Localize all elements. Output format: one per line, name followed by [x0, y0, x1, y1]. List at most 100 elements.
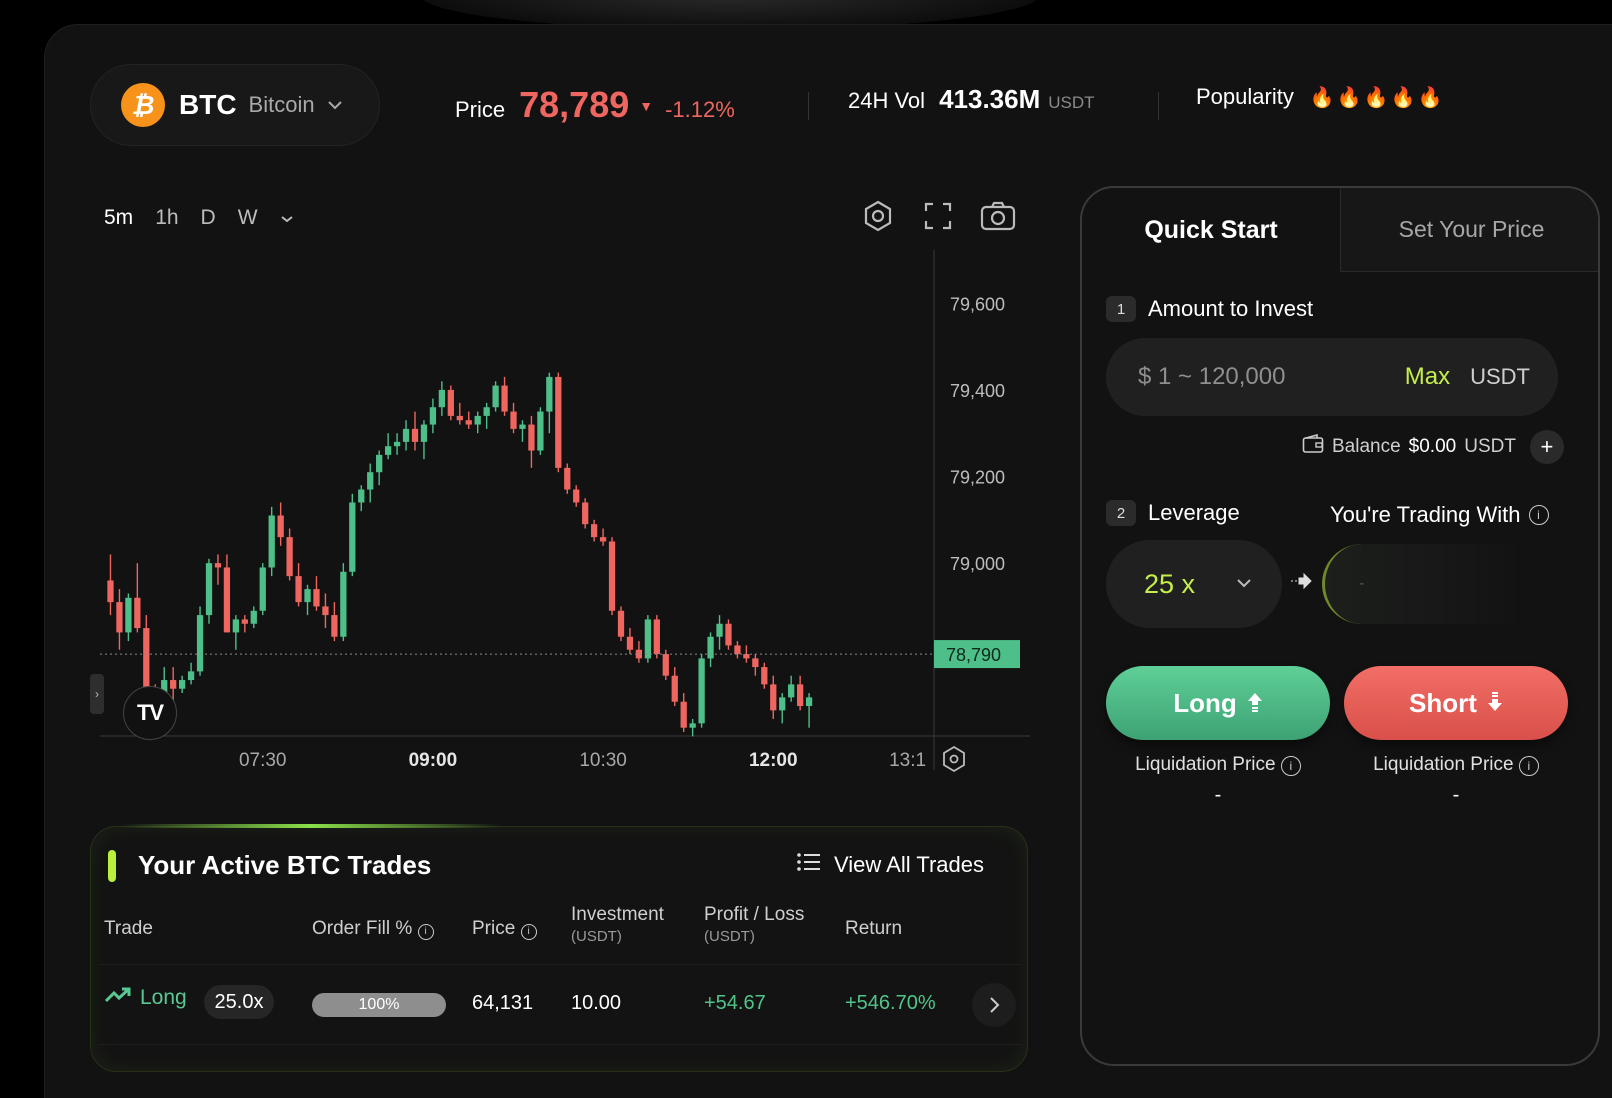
candle-body: [438, 389, 446, 408]
trade-profit-loss: +54.67: [704, 992, 766, 1014]
long-label: Long: [1173, 687, 1237, 718]
info-icon[interactable]: i: [520, 924, 537, 940]
chevron-down-icon[interactable]: [280, 206, 294, 230]
fullscreen-icon[interactable]: [920, 198, 956, 234]
col-trade: Trade: [104, 918, 153, 939]
candle-body: [116, 602, 123, 633]
trade-leverage: 25.0x: [204, 985, 274, 1019]
info-icon[interactable]: i: [1528, 505, 1549, 525]
arrow-down-icon: [1487, 688, 1503, 719]
balance-unit: USDT: [1464, 436, 1516, 457]
candle-body: [555, 376, 562, 468]
liquidation-label: Liquidation Price: [1373, 754, 1514, 775]
candle-body: [474, 415, 481, 425]
axis-settings-icon[interactable]: [943, 745, 965, 773]
candle-body: [125, 597, 132, 633]
settings-icon[interactable]: [860, 198, 896, 234]
col-price-label: Price: [472, 918, 516, 939]
candle-body: [599, 537, 607, 542]
candle-body: [564, 467, 571, 490]
candlestick-chart: 79,600 79,400 79,200 79,000 78,790 07:30 09:00…: [100, 250, 1030, 773]
candle-body: [393, 441, 401, 447]
candle-body: [250, 610, 257, 624]
candle-body: [653, 619, 660, 655]
info-icon[interactable]: i: [1518, 756, 1539, 776]
y-tick-label: 79,000: [950, 554, 1005, 574]
candle-body: [752, 658, 759, 668]
card-glow: [120, 824, 500, 828]
popularity-stat: Popularity 🔥🔥🔥🔥🔥: [1196, 84, 1444, 110]
arrow-up-icon: [1247, 688, 1263, 719]
candle-body: [241, 619, 248, 624]
arrow-right-icon: [1290, 572, 1312, 595]
liquidation-label: Liquidation Price: [1135, 754, 1276, 775]
list-icon: [796, 852, 822, 878]
order-fill-bar: 100%: [312, 993, 446, 1017]
candle-body: [608, 541, 616, 611]
short-label: Short: [1409, 687, 1477, 718]
price-change: -1.12%: [665, 97, 735, 122]
accent-bar: [108, 850, 116, 882]
candle-body: [528, 424, 535, 451]
tab-set-your-price[interactable]: Set Your Price: [1340, 188, 1598, 272]
step-amount: 1 Amount to Invest: [1106, 296, 1313, 322]
candle-body: [761, 667, 768, 685]
candle-body: [796, 684, 804, 707]
coin-name: Bitcoin: [248, 92, 315, 117]
candle-body: [331, 615, 338, 637]
timeframe-w[interactable]: W: [238, 206, 258, 230]
price-chart[interactable]: 79,600 79,400 79,200 79,000 78,790 07:30 09:00…: [100, 250, 1030, 790]
trading-with-text: You're Trading With: [1330, 502, 1521, 527]
view-all-trades-link[interactable]: View All Trades: [796, 852, 984, 878]
add-funds-button[interactable]: +: [1529, 430, 1564, 464]
balance-label: Balance: [1332, 436, 1401, 457]
candle-body: [134, 597, 141, 629]
timeframe-5m[interactable]: 5m: [104, 206, 133, 230]
y-tick-label: 79,400: [950, 381, 1005, 401]
row-divider: [100, 964, 1020, 965]
divider: [1158, 92, 1159, 120]
step-label: Leverage: [1148, 500, 1240, 525]
step-label: Amount to Invest: [1148, 296, 1314, 321]
candle-body: [322, 606, 329, 616]
col-profit-loss-label: Profit / Loss: [704, 904, 805, 925]
candle-body: [707, 636, 714, 659]
step-number: 2: [1106, 500, 1136, 526]
long-button[interactable]: Long: [1106, 666, 1330, 740]
candle-body: [698, 658, 705, 724]
tab-quick-start[interactable]: Quick Start: [1082, 188, 1340, 272]
leverage-select[interactable]: 25 x: [1106, 540, 1282, 628]
candle-body: [716, 623, 723, 637]
col-investment-unit: (USDT): [571, 928, 622, 945]
candle-body: [340, 571, 347, 637]
col-order-fill: Order Fill % i: [312, 918, 434, 940]
price-stat: Price 78,789 ▼ -1.12%: [455, 84, 735, 126]
short-button[interactable]: Short: [1344, 666, 1568, 740]
timeframe-1h[interactable]: 1h: [155, 206, 178, 230]
step-leverage: 2 Leverage: [1106, 500, 1240, 526]
candle-body: [420, 424, 428, 442]
chevron-down-icon: [1236, 575, 1252, 593]
step-number: 1: [1106, 296, 1136, 322]
candle-body: [617, 610, 625, 637]
tradingview-logo[interactable]: TV: [123, 686, 177, 740]
flame-icons: 🔥🔥🔥🔥🔥: [1309, 87, 1445, 109]
info-icon[interactable]: i: [417, 924, 434, 940]
candle-body: [232, 619, 240, 633]
candle-body: [590, 524, 598, 538]
amount-input[interactable]: $ 1 ~ 120,000 Max USDT: [1106, 338, 1558, 416]
camera-icon[interactable]: [980, 198, 1016, 234]
chevron-right-icon[interactable]: ›: [90, 674, 104, 714]
chevron-right-icon[interactable]: [972, 983, 1016, 1027]
trading-with-value: -: [1322, 544, 1526, 624]
coin-selector[interactable]: ₿ BTC Bitcoin: [90, 64, 380, 146]
timeframe-d[interactable]: D: [201, 206, 216, 230]
candle-body: [779, 697, 786, 711]
max-button[interactable]: Max: [1405, 363, 1450, 391]
liquidation-price-short: Liquidation Price i: [1344, 754, 1568, 776]
info-icon[interactable]: i: [1280, 756, 1301, 776]
trading-with-label: You're Trading With i: [1330, 502, 1549, 528]
liquidation-value-long: -: [1214, 784, 1222, 806]
col-profit-loss-unit: (USDT): [704, 928, 755, 945]
candle-body: [107, 580, 114, 603]
